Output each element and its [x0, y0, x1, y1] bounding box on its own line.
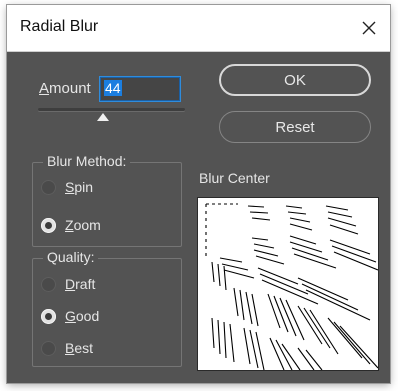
radio-zoom-indicator: [41, 217, 56, 233]
ok-button[interactable]: OK: [219, 64, 371, 96]
slider-thumb-icon: [96, 113, 109, 121]
radio-good-label: Good: [65, 308, 100, 324]
reset-button[interactable]: Reset: [219, 111, 371, 143]
radio-good-indicator: [41, 308, 56, 324]
radial-blur-dialog: Radial Blur Amount 44 OK Reset Blur Meth…: [7, 5, 390, 383]
blur-center-label: Blur Center: [199, 170, 270, 186]
radio-draft-indicator: [41, 276, 56, 292]
blur-center-preview[interactable]: [197, 197, 379, 371]
quality-group: Quality: Draft Good Best: [32, 249, 182, 367]
radio-best[interactable]: Best: [41, 340, 93, 356]
amount-input[interactable]: 44: [99, 76, 181, 102]
amount-label: Amount: [39, 80, 91, 97]
radio-draft[interactable]: Draft: [41, 276, 95, 292]
blur-method-group: Blur Method: Spin Zoom: [32, 153, 182, 247]
quality-legend: Quality:: [43, 249, 99, 265]
radio-best-label: Best: [65, 340, 94, 356]
radio-zoom-label: Zoom: [65, 217, 101, 233]
amount-value: 44: [104, 80, 122, 96]
title-bar: Radial Blur: [7, 5, 390, 52]
radio-spin[interactable]: Spin: [41, 179, 93, 195]
amount-slider-thumb[interactable]: [96, 109, 109, 127]
close-button[interactable]: [354, 13, 384, 43]
radio-spin-indicator: [41, 179, 56, 195]
amount-slider-track[interactable]: [38, 108, 185, 111]
radio-zoom[interactable]: Zoom: [41, 217, 101, 233]
radio-good[interactable]: Good: [41, 308, 99, 324]
blur-method-legend: Blur Method:: [43, 153, 131, 169]
blur-center-pattern: [198, 198, 378, 370]
radio-spin-label: Spin: [65, 179, 94, 195]
radio-draft-label: Draft: [65, 276, 96, 292]
close-icon: [362, 21, 376, 35]
radio-best-indicator: [41, 340, 56, 356]
window-title: Radial Blur: [20, 18, 99, 35]
